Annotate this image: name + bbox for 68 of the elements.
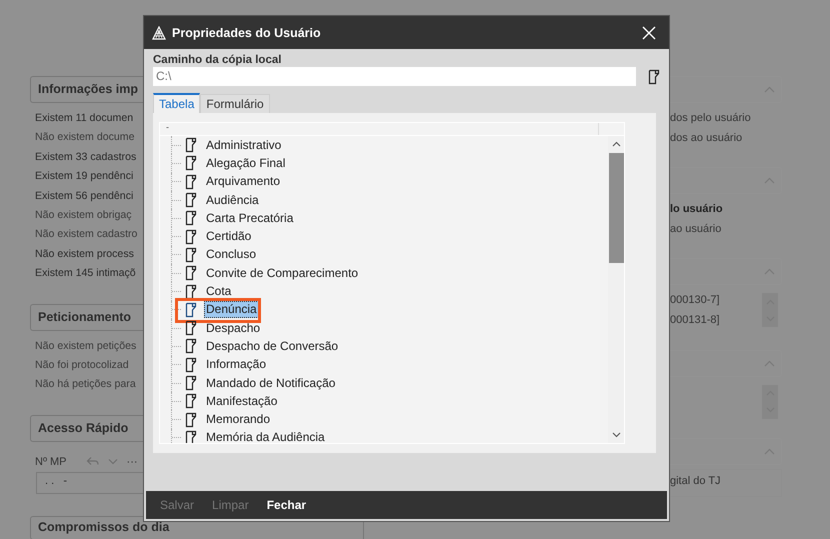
document-icon[interactable] <box>185 302 197 318</box>
scroll-up-icon[interactable] <box>612 141 620 147</box>
list-text: 000130-7] <box>670 293 720 308</box>
info-text: Não há petições para <box>35 377 137 392</box>
info-text: Existem 19 pendênci <box>35 169 134 184</box>
column-header: - <box>160 123 599 135</box>
info-text: Não foi protocolizad <box>35 358 130 373</box>
document-icon[interactable] <box>185 192 197 208</box>
info-text: Existem 56 pendênci <box>35 188 134 204</box>
path-field[interactable]: C:\ <box>153 67 636 86</box>
tree-item[interactable]: Concluso <box>204 246 258 264</box>
tree-item[interactable]: Despacho <box>204 320 262 337</box>
field-label: Caminho da cópia local <box>153 53 282 67</box>
tree-item[interactable]: Manifestação <box>204 392 280 410</box>
tree-item[interactable]: Informação <box>204 356 268 374</box>
info-text: Existem 145 intimaçõ <box>35 266 137 282</box>
tab[interactable]: Formulário <box>200 94 270 113</box>
more-button[interactable]: ··· <box>126 456 138 468</box>
info-text: Existem 11 documen <box>35 111 134 126</box>
list-text: 000131-8] <box>670 312 720 328</box>
tree-item[interactable]: Mandado de Notificação <box>204 374 338 392</box>
document-icon[interactable] <box>185 393 197 410</box>
document-icon[interactable] <box>648 68 660 84</box>
tree-item[interactable]: Convite de Comparecimento <box>204 264 360 282</box>
tree-item[interactable]: Memória da Audiência <box>204 429 327 443</box>
document-icon[interactable] <box>185 430 197 443</box>
info-text: Não existem cadastro <box>35 227 138 242</box>
field-label: Nº MP <box>35 456 67 468</box>
tree-item[interactable]: Alegação Final <box>204 154 288 172</box>
tree-item[interactable]: Cota <box>204 283 234 300</box>
document-icon[interactable] <box>185 228 197 245</box>
scroll-down-icon[interactable] <box>612 432 620 438</box>
document-icon[interactable] <box>185 412 197 428</box>
tree-item[interactable]: Arquivamento <box>204 173 282 190</box>
tree-item[interactable]: Audiência <box>204 192 261 209</box>
document-icon[interactable] <box>185 320 197 336</box>
document-icon[interactable] <box>185 265 197 282</box>
document-icon[interactable] <box>185 137 197 154</box>
scrollbar-thumb[interactable] <box>608 153 624 263</box>
document-icon[interactable] <box>185 356 197 373</box>
input-field[interactable]: . . - <box>36 472 143 494</box>
info-text: lo usuário <box>670 202 724 218</box>
document-icon[interactable] <box>185 174 197 190</box>
info-text: dos pelo usuário <box>670 111 752 126</box>
tree-item[interactable]: Denúncia <box>204 301 259 318</box>
info-text: Não existem obrigaç <box>35 208 133 223</box>
document-icon[interactable] <box>185 210 197 226</box>
info-text: dos ao usuário <box>670 130 744 146</box>
document-icon[interactable] <box>185 155 197 172</box>
tree-item[interactable]: Certidão <box>204 228 254 246</box>
window-title: Propriedades do Usuário <box>172 26 322 40</box>
info-text: Não existem petições <box>35 338 138 354</box>
document-icon[interactable] <box>185 338 197 354</box>
tree-item[interactable]: Carta Precatória <box>204 210 296 227</box>
info-text: ao usuário <box>670 222 722 237</box>
footer-button[interactable]: Fechar <box>258 496 314 514</box>
info-text: Não existem process <box>35 246 135 262</box>
tree-item[interactable]: Despacho de Conversão <box>204 338 340 355</box>
app-logo-icon <box>152 26 166 40</box>
tree-item[interactable]: Administrativo <box>204 136 284 154</box>
document-icon[interactable] <box>185 246 197 263</box>
tab[interactable]: Tabela <box>153 93 200 113</box>
close-icon <box>642 26 656 40</box>
info-text: Não existem docume <box>35 130 136 146</box>
document-icon[interactable] <box>185 284 197 300</box>
document-icon[interactable] <box>185 375 197 391</box>
info-text: Existem 33 cadastros <box>35 150 138 165</box>
tree-item[interactable]: Memorando <box>204 411 272 428</box>
